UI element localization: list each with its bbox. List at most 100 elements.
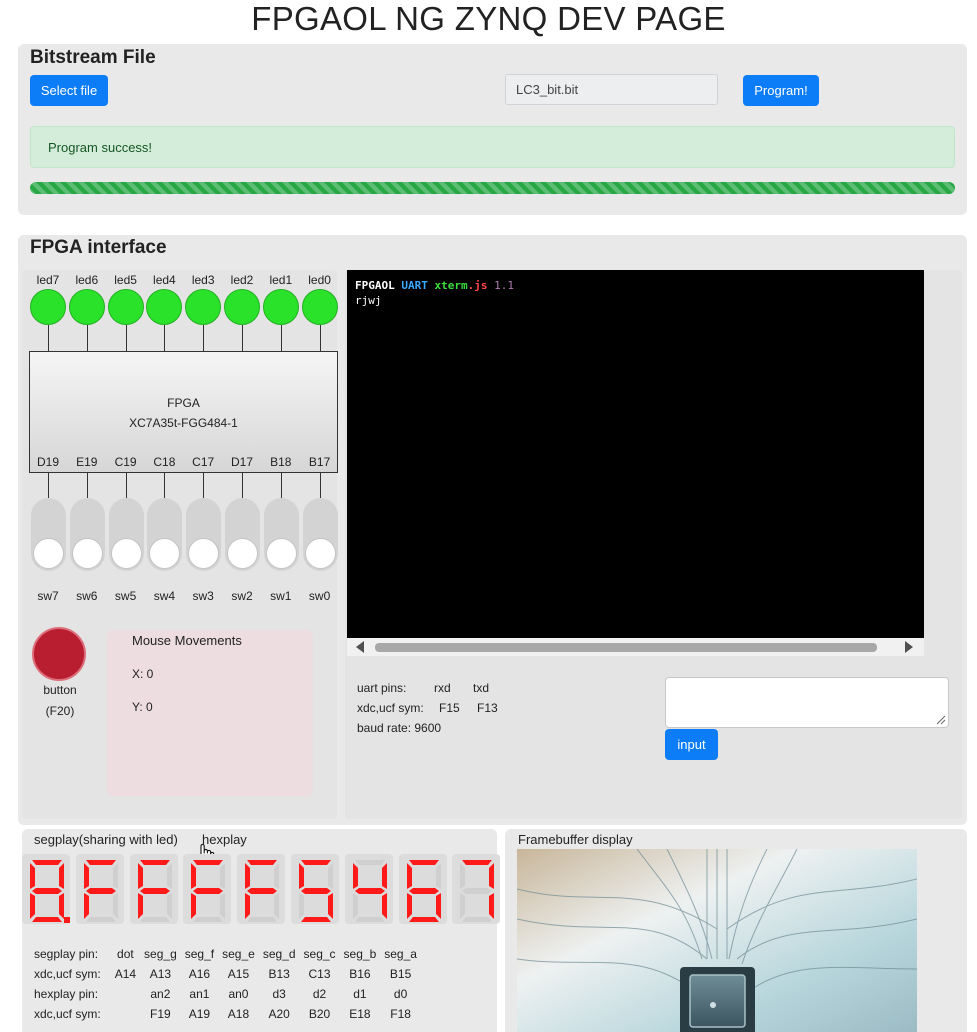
table-cell: seg_a [384,947,417,961]
led-label: led2 [230,273,254,287]
framebuffer-image [517,849,917,1032]
switch-knob[interactable] [304,538,336,569]
uart-txd-sym: F13 [477,701,498,715]
push-button-label: button [43,683,77,697]
terminal-header-name: FPGAOL [355,279,395,292]
switch-pin: B18 [270,455,292,469]
switch-connector [164,473,166,498]
switch-toggle[interactable] [147,498,183,571]
led-connector [164,325,166,351]
switch-connector [242,473,243,498]
table-cell: F19 [150,1007,171,1021]
switch-label: sw5 [114,589,137,603]
terminal-line: rjwj [355,294,382,307]
table-cell: hexplay pin: [34,987,99,1001]
led-connector [319,325,321,351]
switch-knob[interactable] [110,538,142,569]
uart-rxd: rxd [434,681,451,695]
table-cell: A13 [149,967,172,981]
switch-connector [86,473,88,498]
switch-pin: C17 [192,455,215,469]
switch-toggle[interactable] [263,498,299,571]
table-cell [111,1004,140,1024]
mouse-x: X: 0 [132,667,154,681]
fpga-interface-card: FPGA interface led7A14led6A13led5A16led4… [18,235,967,825]
chip-part-number: XC7A35t-FGG484-1 [129,416,238,430]
terminal-header-version: 1.1 [494,279,514,292]
uart-terminal[interactable]: FPGAOL UART xterm.js 1.1 rjwj [347,270,924,638]
switch-toggle[interactable] [302,498,338,571]
led-label: led5 [114,273,137,287]
terminal-header-uart: UART [401,279,428,292]
resize-handle-icon[interactable] [936,715,946,725]
led-label: led3 [191,273,215,287]
bitstream-card: Bitstream File Select file LC3_bit.bit P… [18,44,967,215]
scroll-right-icon[interactable] [905,641,913,653]
table-row: segplay pin: dot seg_g seg_f seg_e seg_d seg_c… [34,944,421,964]
table-cell: xdc,ucf sym: [34,967,101,981]
switch-knob[interactable] [227,538,258,569]
switch-toggle[interactable] [186,498,222,571]
chip-name: FPGA [167,396,200,410]
table-cell: seg_d [262,947,296,961]
table-cell: seg_g [144,947,177,961]
switch-knob[interactable] [71,538,103,569]
hexplay-digit [398,854,447,924]
uart-panel: FPGAOL UART xterm.js 1.1 rjwj uart pins:… [345,270,962,819]
switch-connector [125,473,127,498]
hexplay-digit [237,854,286,924]
table-cell: B13 [268,967,290,981]
switch-knob[interactable] [265,538,297,569]
switch-label: sw6 [76,589,98,603]
file-name-field[interactable]: LC3_bit.bit [505,74,718,105]
switch-pin: B17 [308,455,331,469]
switch-toggle[interactable] [69,498,105,571]
table-cell: seg_c [303,947,336,961]
switch-label: sw2 [231,589,253,603]
tab-segplay[interactable]: segplay(sharing with led) [34,832,178,847]
uart-input-textarea[interactable] [665,677,949,728]
framebuffer-card: Framebuffer display [505,829,967,1032]
table-cell: d1 [353,987,367,1001]
switch-toggle[interactable] [31,498,66,571]
led-indicator [301,289,338,325]
switch-toggle[interactable] [225,498,260,571]
table-cell: seg_e [222,947,255,961]
terminal-header: FPGAOL UART xterm.js 1.1 [355,278,916,293]
uart-baud-rate: baud rate: 9600 [357,721,442,735]
led-connector [48,325,49,351]
segplay-card: segplay(sharing with led) hexplay segpla… [22,829,501,1032]
switch-knob[interactable] [33,538,64,569]
switch-toggle[interactable] [108,498,144,571]
table-cell: F18 [390,1007,411,1021]
led-connector [86,325,88,351]
program-progress-bar [30,182,955,194]
scroll-thumb[interactable] [375,643,877,652]
mouse-movements-panel[interactable]: Mouse Movements X: 0 Y: 0 [107,630,313,796]
table-cell: d0 [393,987,408,1001]
switch-pin: E19 [76,455,98,469]
scroll-left-icon[interactable] [356,641,364,653]
switch-knob[interactable] [149,538,181,569]
table-row: xdc,ucf sym: A14 A13 A16 A15 B13 C13 B16 B15 [34,964,421,984]
switch-label: sw4 [153,589,176,603]
page-title: FPGAOL NG ZYNQ DEV PAGE [251,0,726,37]
table-cell: A15 [227,967,250,981]
table-cell: A20 [268,1007,290,1021]
select-file-button[interactable]: Select file [30,75,108,106]
uart-sym-label: xdc,ucf sym: [357,701,424,715]
bitstream-heading: Bitstream File [30,47,156,68]
uart-input-button[interactable]: input [665,729,718,760]
mouse-title: Mouse Movements [132,633,242,648]
status-alert: Program success! [30,126,955,168]
program-button[interactable]: Program! [743,75,819,106]
push-button[interactable] [32,627,86,681]
terminal-horizontal-scrollbar[interactable] [347,638,924,656]
led-label: led0 [308,273,331,287]
switch-label: sw0 [308,589,331,603]
led-indicator [146,289,183,325]
led-indicator [224,289,260,325]
switch-connector [280,473,282,498]
segplay-pin-table: segplay pin: dot seg_g seg_f seg_e seg_d seg_c… [34,944,421,1024]
switch-knob[interactable] [188,538,220,569]
